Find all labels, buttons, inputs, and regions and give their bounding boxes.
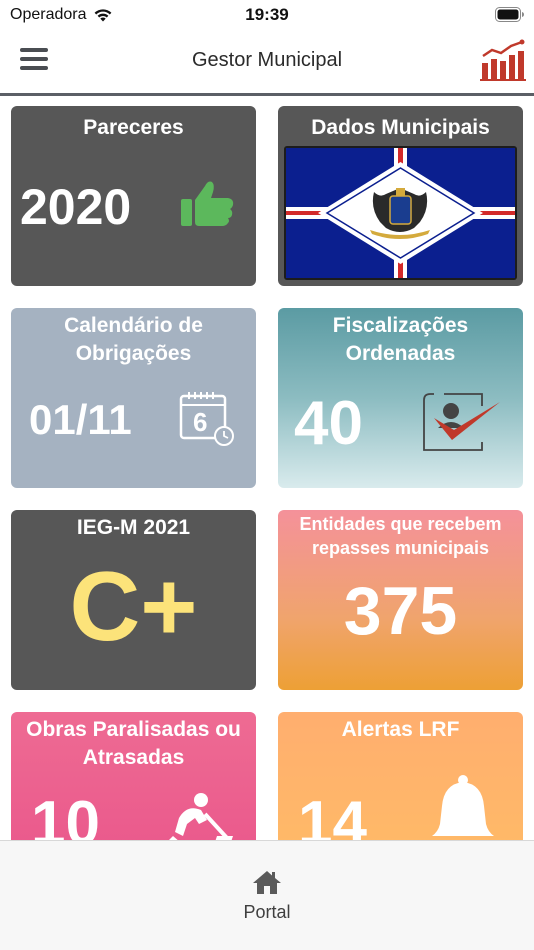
tile-fiscalizacoes-ordenadas[interactable]: Fiscalizações Ordenadas 40 [278, 308, 523, 488]
status-time: 19:39 [245, 5, 289, 24]
calendar-icon [179, 392, 234, 446]
tile-alertas-lrf[interactable]: Alertas LRF 14 [278, 712, 523, 840]
dashboard-grid: Pareceres 2020 Dados Municipais Calendár… [0, 96, 534, 840]
bar-chart-icon[interactable] [478, 39, 528, 83]
tile-entidades-repasses[interactable]: Entidades que recebem repasses municipai… [278, 510, 523, 690]
battery-icon [495, 7, 524, 22]
tile-title: Obras Paralisadas ou Atrasadas [26, 718, 241, 769]
iegm-grade: C+ [69, 551, 198, 661]
bell-icon [432, 775, 494, 836]
tab-bar: Portal [0, 840, 534, 950]
tile-title: Entidades que recebem repasses municipai… [299, 514, 502, 558]
obras-value: 10 [31, 789, 100, 840]
calendario-value: 01/11 [29, 396, 132, 443]
tab-portal-label: Portal [243, 902, 291, 922]
tile-dados-municipais[interactable]: Dados Municipais [278, 106, 523, 286]
tile-calendario-obrigacoes[interactable]: Calendário de Obrigações 01/11 6 [11, 308, 256, 488]
tile-pareceres[interactable]: Pareceres 2020 [11, 106, 256, 286]
pareceres-value: 2020 [20, 179, 132, 235]
tile-title: Pareceres [83, 116, 184, 139]
tile-obras-paralisadas[interactable]: Obras Paralisadas ou Atrasadas 10 [11, 712, 256, 840]
municipal-flag [284, 146, 517, 280]
tile-title: Alertas LRF [341, 718, 460, 741]
tab-portal[interactable]: Portal [217, 869, 317, 923]
tile-title: Fiscalizações Ordenadas [332, 314, 469, 365]
status-bar: Operadora 19:39 [0, 0, 534, 30]
construction-worker-icon [169, 793, 233, 840]
tile-title: IEG-M 2021 [76, 516, 191, 539]
municipal-flag-image [286, 148, 515, 278]
alertas-value: 14 [298, 789, 367, 840]
calendar-day-number: 6 [193, 407, 208, 437]
page-title: Gestor Municipal [191, 49, 343, 71]
tile-iegm-2021[interactable]: IEG-M 2021 C+ [11, 510, 256, 690]
tile-title: Dados Municipais [311, 116, 490, 139]
fiscalizacoes-value: 40 [294, 389, 363, 458]
entidades-value: 375 [343, 573, 458, 649]
thumbs-up-icon [181, 181, 234, 226]
home-icon [253, 871, 281, 894]
navigation-bar: Gestor Municipal [0, 30, 534, 96]
inspection-check-icon [423, 393, 500, 451]
tile-title: Calendário de Obrigações [64, 314, 203, 365]
